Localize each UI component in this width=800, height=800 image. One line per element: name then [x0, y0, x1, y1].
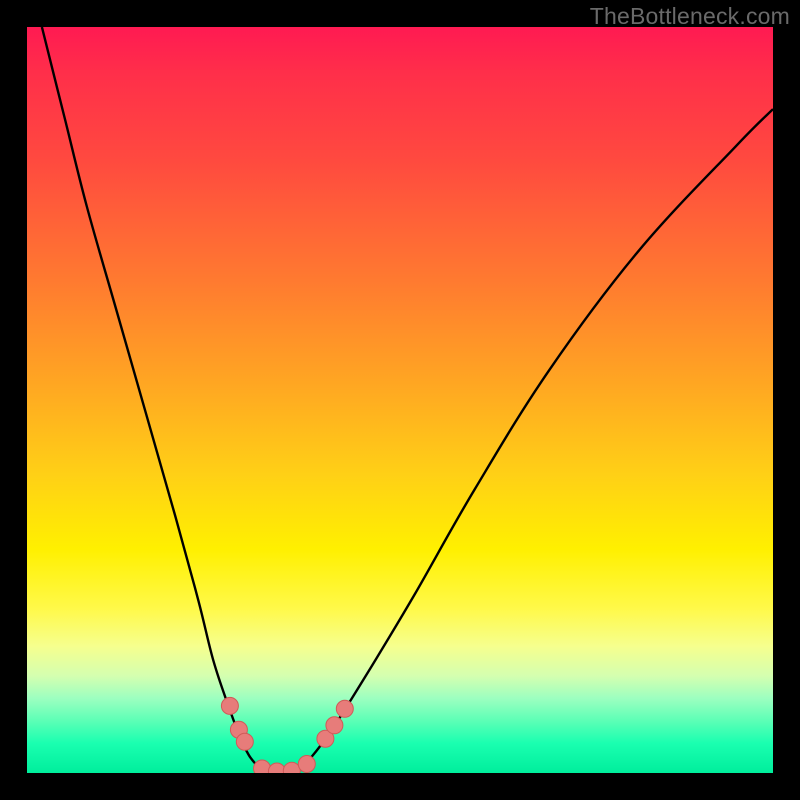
curve-marker: [268, 763, 285, 773]
curve-marker: [230, 721, 247, 738]
watermark-text: TheBottleneck.com: [590, 3, 790, 30]
curve-marker: [254, 760, 271, 773]
plot-area: [27, 27, 773, 773]
curve-marker: [326, 717, 343, 734]
curve-marker: [317, 730, 334, 747]
curve-marker: [283, 762, 300, 773]
chart-frame: TheBottleneck.com: [0, 0, 800, 800]
curve-marker: [221, 697, 238, 714]
curve-svg: [27, 27, 773, 773]
curve-marker: [236, 733, 253, 750]
bottleneck-curve: [42, 27, 773, 773]
curve-markers: [221, 697, 353, 773]
curve-marker: [336, 700, 353, 717]
curve-marker: [298, 756, 315, 773]
